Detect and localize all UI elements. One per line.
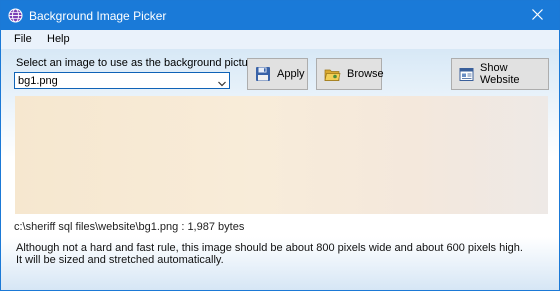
menu-help[interactable]: Help [47,33,70,45]
image-select-dropdown[interactable]: bg1.png [14,72,230,89]
browse-button[interactable]: Browse [316,58,384,90]
title-bar[interactable]: Background Image Picker [1,1,559,30]
close-icon [531,8,543,23]
selected-image-value: bg1.png [18,75,58,87]
menu-file[interactable]: File [14,33,32,45]
show-website-button[interactable]: Show Website [451,58,549,90]
size-note-line-1: Although not a hard and fast rule, this … [16,242,523,254]
size-note: Although not a hard and fast rule, this … [16,242,523,266]
chevron-down-icon [218,78,226,87]
app-window: Background Image Picker File Help Select… [0,0,560,291]
window-title: Background Image Picker [29,9,167,23]
close-button[interactable] [515,1,559,30]
globe-icon [8,8,23,23]
background-preview [15,96,548,214]
main-panel: Select an image to use as the background… [1,49,559,290]
file-details: c:\sheriff sql files\website\bg1.png : 1… [14,221,245,233]
apply-label: Apply [277,68,305,80]
browse-label: Browse [347,68,384,80]
apply-button[interactable]: Apply [247,58,308,90]
folder-icon [324,69,341,81]
image-select-label: Select an image to use as the background… [16,57,258,69]
size-note-line-2: It will be sized and stretched automatic… [16,254,224,266]
floppy-disk-icon [256,67,270,81]
show-website-label: Show Website [480,62,520,86]
menu-bar: File Help [1,30,559,49]
website-icon [459,67,474,81]
